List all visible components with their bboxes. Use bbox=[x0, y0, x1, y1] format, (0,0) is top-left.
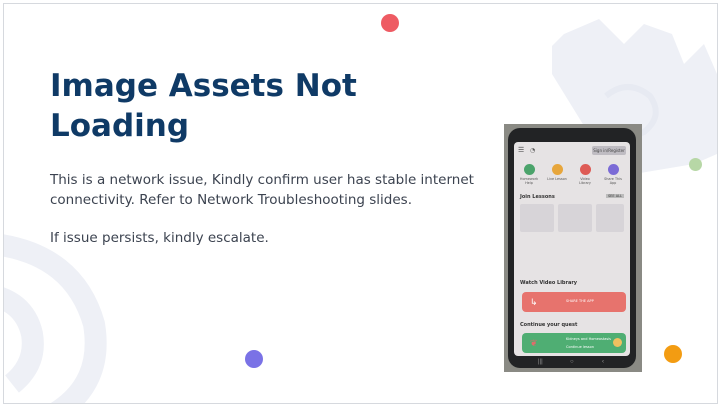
android-navbar: ||| ○ ‹ bbox=[514, 358, 630, 366]
share-banner-text: SHARE THE APP bbox=[566, 299, 594, 303]
quick-action-label: Homework Help bbox=[519, 177, 539, 185]
phone-photo: ☰ ◔ Sign in/Register Homework Help Live … bbox=[504, 124, 642, 372]
swirl-graphic bbox=[4, 234, 107, 403]
lesson-card bbox=[558, 204, 592, 232]
recent-apps-icon: ||| bbox=[538, 359, 543, 365]
slide-title: Image Assets Not Loading bbox=[50, 68, 357, 144]
see-all-link: SEE ALL bbox=[605, 194, 624, 198]
login-button: Sign in/Register bbox=[592, 146, 626, 155]
share-arrow-icon: ↳ bbox=[530, 297, 538, 307]
quick-action-homework: Homework Help bbox=[518, 164, 540, 185]
decor-dot-red bbox=[381, 14, 399, 32]
share-icon bbox=[607, 164, 619, 175]
live-lesson-icon bbox=[551, 164, 563, 175]
continue-lesson-banner: ❦ Kidneys and Homeostasis Continue lesso… bbox=[522, 333, 626, 353]
slide-paragraph-2: If issue persists, kindly escalate. bbox=[50, 230, 269, 246]
homework-icon bbox=[523, 164, 535, 175]
slide-paragraph-1: This is a network issue, Kindly confirm … bbox=[50, 172, 474, 208]
lesson-title: Kidneys and Homeostasis bbox=[566, 337, 612, 341]
continue-quest-heading: Continue your quest bbox=[520, 322, 578, 328]
quick-action-label: Video Library bbox=[579, 177, 591, 185]
quick-action-share: Share This App bbox=[602, 164, 624, 185]
lesson-subtitle: Continue lesson bbox=[566, 345, 594, 349]
home-icon: ○ bbox=[570, 359, 574, 365]
back-icon: ‹ bbox=[602, 359, 604, 365]
kidney-icon: ❦ bbox=[530, 338, 538, 348]
slide: Image Assets Not Loading This is a netwo… bbox=[3, 3, 718, 404]
quick-action-label: Share This App bbox=[604, 177, 622, 185]
quick-action-label: Live Lesson bbox=[547, 177, 567, 181]
video-library-heading: Watch Video Library bbox=[520, 280, 578, 286]
phone-device: ☰ ◔ Sign in/Register Homework Help Live … bbox=[508, 128, 636, 368]
menu-icon: ☰ bbox=[518, 146, 525, 154]
share-banner: ↳ SHARE THE APP bbox=[522, 292, 626, 312]
quick-action-live: Live Lesson bbox=[546, 164, 568, 181]
bell-icon: ◔ bbox=[530, 147, 536, 154]
join-lessons-heading: Join Lessons bbox=[520, 194, 555, 200]
decor-dot-purple bbox=[245, 350, 263, 368]
play-icon bbox=[613, 338, 622, 347]
video-icon bbox=[579, 164, 591, 175]
quick-action-video: Video Library bbox=[574, 164, 596, 185]
lesson-card bbox=[520, 204, 554, 232]
lesson-card bbox=[596, 204, 624, 232]
decor-dot-orange bbox=[664, 345, 682, 363]
phone-screen: ☰ ◔ Sign in/Register Homework Help Live … bbox=[514, 142, 630, 356]
app-header: ☰ ◔ Sign in/Register bbox=[518, 146, 626, 156]
decor-dot-green bbox=[689, 158, 702, 171]
